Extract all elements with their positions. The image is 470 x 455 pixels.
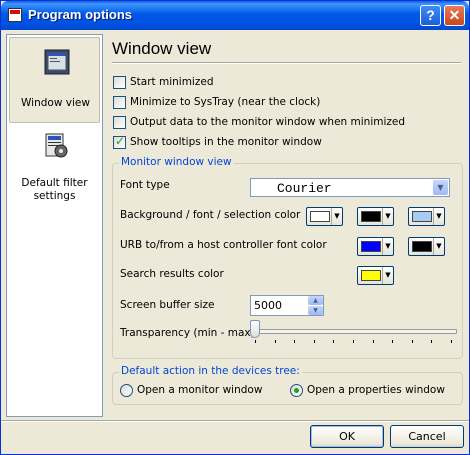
chevron-down-icon[interactable]: ▼: [433, 238, 444, 255]
chevron-down-icon[interactable]: ▼: [382, 208, 393, 225]
checkbox-label: Minimize to SysTray (near the clock): [130, 96, 321, 108]
checkbox-label: Show tooltips in the monitor window: [130, 136, 322, 148]
checkbox-label: Output data to the monitor window when m…: [130, 116, 406, 128]
slider-tick: [451, 340, 452, 343]
options-nav: Window view Default filter settings: [6, 34, 103, 417]
slider-tick: [313, 340, 315, 343]
window-title: Program options: [28, 7, 133, 22]
ok-button[interactable]: OK: [310, 425, 384, 448]
font-type-label: Font type: [120, 179, 170, 191]
spin-down-icon[interactable]: ▼: [308, 306, 323, 315]
chevron-down-icon[interactable]: ▼: [382, 238, 393, 255]
transparency-label: Transparency (min - max): [120, 327, 255, 339]
color-chip: [310, 211, 330, 222]
transparency-slider[interactable]: [250, 320, 457, 344]
color-chip: [412, 241, 432, 252]
page-title: Window view: [112, 39, 212, 58]
urb-from-font-color-picker[interactable]: ▼: [408, 237, 445, 256]
checkbox-box-checked[interactable]: [113, 134, 126, 149]
slider-thumb[interactable]: [250, 320, 260, 338]
chevron-down-icon[interactable]: ▼: [331, 208, 342, 225]
radio-label: Open a properties window: [307, 384, 445, 396]
slider-tick: [411, 340, 413, 343]
search-results-color-picker[interactable]: ▼: [357, 266, 394, 285]
screen-buffer-size-value[interactable]: 5000: [254, 299, 282, 312]
chevron-down-icon[interactable]: ▼: [433, 180, 448, 195]
slider-tick: [255, 340, 256, 343]
close-button[interactable]: ✕: [444, 5, 465, 26]
filter-settings-icon: [45, 133, 68, 158]
font-type-select[interactable]: Courier ▼: [250, 178, 450, 197]
group-title: Default action in the devices tree:: [119, 365, 302, 377]
app-icon: [8, 8, 22, 22]
font-color-picker[interactable]: ▼: [357, 207, 394, 226]
slider-track[interactable]: [250, 329, 457, 334]
slider-tick: [372, 340, 374, 343]
spinner-buttons: ▲ ▼: [308, 296, 323, 315]
nav-item-default-filter-settings[interactable]: Default filter settings: [9, 129, 100, 209]
screen-buffer-size-label: Screen buffer size: [120, 299, 215, 311]
chevron-down-icon[interactable]: ▼: [433, 208, 444, 225]
radio-dot[interactable]: [120, 384, 133, 397]
slider-tick: [274, 340, 276, 343]
slider-tick: [392, 340, 394, 343]
title-divider: [112, 62, 461, 64]
color-chip: [361, 211, 381, 222]
nav-item-label: Window view: [21, 97, 90, 109]
spin-up-icon[interactable]: ▲: [308, 296, 323, 305]
slider-tick: [294, 340, 296, 343]
chevron-down-icon[interactable]: ▼: [382, 267, 393, 284]
screen-buffer-size-spinner[interactable]: 5000 ▲ ▼: [250, 295, 324, 316]
title-bar[interactable]: Program options ? ✕: [1, 1, 469, 30]
nav-item-label: Default filter settings: [21, 177, 88, 202]
help-button[interactable]: ?: [420, 5, 441, 26]
slider-tick: [353, 340, 354, 343]
selection-color-picker[interactable]: ▼: [408, 207, 445, 226]
radio-dot-selected[interactable]: [290, 384, 303, 397]
nav-item-window-view[interactable]: Window view: [9, 37, 100, 123]
checkbox-label: Start minimized: [130, 76, 214, 88]
close-icon: ✕: [448, 7, 461, 23]
color-chip: [361, 241, 381, 252]
color-chip: [361, 270, 381, 281]
checkbox-box[interactable]: [113, 96, 126, 109]
font-type-value: Courier: [277, 181, 332, 196]
monitor-window-view-group: Monitor window view Font type Courier ▼ …: [112, 156, 463, 359]
window-view-page: Window view Start minimized Minimize to …: [105, 34, 467, 417]
footer-divider: [1, 420, 469, 422]
checkbox-box[interactable]: [113, 76, 126, 89]
search-results-color-label: Search results color: [120, 268, 224, 280]
help-icon: ?: [426, 7, 435, 23]
monitor-window-icon: [44, 49, 70, 75]
slider-tick: [431, 340, 433, 343]
cancel-button[interactable]: Cancel: [390, 425, 464, 448]
default-action-group: Default action in the devices tree: Open…: [112, 365, 463, 405]
urb-font-color-label: URB to/from a host controller font color: [120, 239, 327, 251]
urb-to-font-color-picker[interactable]: ▼: [357, 237, 394, 256]
bg-font-selection-color-label: Background / font / selection color: [120, 209, 301, 221]
background-color-picker[interactable]: ▼: [306, 207, 343, 226]
slider-tick: [333, 340, 335, 343]
color-chip: [412, 211, 432, 222]
radio-label: Open a monitor window: [137, 384, 263, 396]
checkbox-box[interactable]: [113, 116, 126, 129]
group-title: Monitor window view: [119, 156, 234, 168]
program-options-window: Program options ? ✕ Window view Default …: [0, 0, 470, 455]
